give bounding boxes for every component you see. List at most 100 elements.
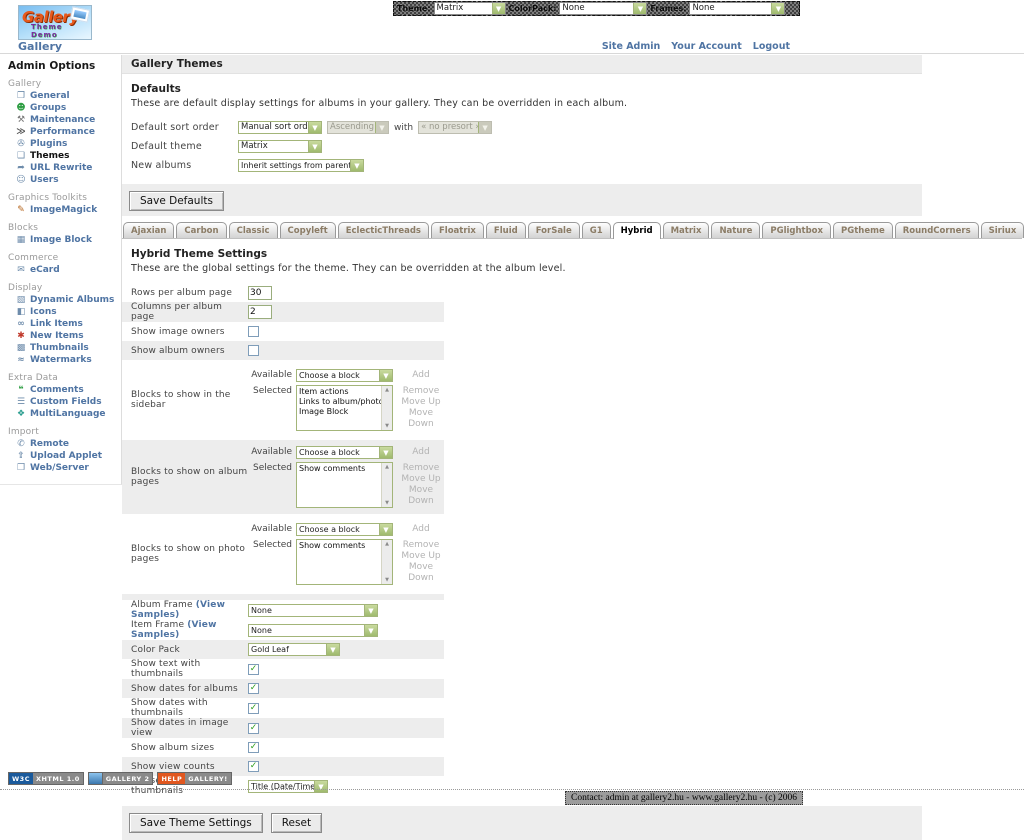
selected-blocks-listbox[interactable]: Show comments▲▼ — [296, 539, 393, 585]
sidebar-item-ecard[interactable]: ✉eCard — [8, 264, 121, 276]
presort-select[interactable]: « no presort » ▼ — [418, 121, 492, 134]
tab-copyleft[interactable]: Copyleft — [280, 222, 336, 238]
scroll-down-icon[interactable]: ▼ — [385, 577, 389, 583]
remove-link[interactable]: Remove — [397, 540, 445, 551]
row-show-text-with-thumbnails-checkbox[interactable]: ✓ — [248, 664, 259, 675]
sidebar-item-watermarks[interactable]: ≈Watermarks — [8, 354, 121, 366]
save-theme-settings-button[interactable]: Save Theme Settings — [129, 813, 263, 833]
sidebar-item-users[interactable]: ☺Users — [8, 174, 121, 186]
colorpack-select[interactable]: None ▼ — [559, 2, 647, 15]
remove-link[interactable]: Remove — [397, 463, 445, 474]
row-item-frame-select[interactable]: None▼ — [248, 624, 378, 637]
sidebar-item-custom-fields[interactable]: ☰Custom Fields — [8, 396, 121, 408]
listbox-item[interactable]: Show comments — [299, 541, 381, 551]
tab-floatrix[interactable]: Floatrix — [431, 222, 484, 238]
remove-link[interactable]: Remove — [397, 386, 445, 397]
selected-blocks-listbox[interactable]: Item actionsLinks to album/photo peersIm… — [296, 385, 393, 431]
reset-button[interactable]: Reset — [271, 813, 322, 833]
row-album-frame-select[interactable]: None▼ — [248, 604, 378, 617]
tab-forsale[interactable]: ForSale — [528, 222, 580, 238]
frames-select[interactable]: None ▼ — [689, 2, 785, 15]
move-up-link[interactable]: Move Up — [397, 474, 445, 485]
save-defaults-button[interactable]: Save Defaults — [129, 191, 224, 211]
new-albums-select[interactable]: Inherit settings from parent album ▼ — [238, 159, 364, 172]
listbox-item[interactable]: Image Block — [299, 407, 381, 417]
sidebar-item-themes[interactable]: ❑Themes — [8, 150, 121, 162]
listbox-scrollbar[interactable]: ▲▼ — [381, 463, 392, 507]
tab-eclecticthreads[interactable]: EclecticThreads — [338, 222, 429, 238]
tab-fluid[interactable]: Fluid — [486, 222, 526, 238]
sidebar-item-new-items[interactable]: ✱New Items — [8, 330, 121, 342]
listbox-scrollbar[interactable]: ▲▼ — [381, 386, 392, 430]
sidebar-item-dynamic-albums[interactable]: ▧Dynamic Albums — [8, 294, 121, 306]
sidebar-item-plugins[interactable]: ✇Plugins — [8, 138, 121, 150]
default-theme-select[interactable]: Matrix ▼ — [238, 140, 322, 153]
tab-g1[interactable]: G1 — [582, 222, 611, 238]
sort-direction-select[interactable]: Ascending ▼ — [327, 121, 389, 134]
row-color-pack-select[interactable]: Gold Leaf▼ — [248, 643, 340, 656]
row-show-dates-in-image-view-checkbox[interactable]: ✓ — [248, 723, 259, 734]
sidebar-item-groups[interactable]: ☻Groups — [8, 102, 121, 114]
theme-select[interactable]: Matrix ▼ — [434, 2, 506, 15]
tab-pgtheme[interactable]: PGtheme — [833, 222, 893, 238]
row-rows-per-album-page-input[interactable] — [248, 286, 272, 300]
move-down-link[interactable]: Move Down — [397, 485, 445, 507]
move-up-link[interactable]: Move Up — [397, 397, 445, 408]
row-show-dates-with-thumbnails-checkbox[interactable]: ✓ — [248, 703, 259, 714]
view-samples-link[interactable]: (View Samples) — [131, 600, 225, 620]
row-show-album-sizes-checkbox[interactable]: ✓ — [248, 742, 259, 753]
sidebar-item-general[interactable]: ❐General — [8, 90, 121, 102]
sidebar-item-image-block[interactable]: ▦Image Block — [8, 234, 121, 246]
logout-link[interactable]: Logout — [753, 41, 790, 52]
tab-carbon[interactable]: Carbon — [176, 222, 226, 238]
default-sort-order-select[interactable]: Manual sort order ▼ — [238, 121, 322, 134]
scroll-down-icon[interactable]: ▼ — [385, 423, 389, 429]
row-show-album-owners-checkbox[interactable] — [248, 345, 259, 356]
scroll-down-icon[interactable]: ▼ — [385, 500, 389, 506]
sidebar-item-upload-applet[interactable]: ⇪Upload Applet — [8, 450, 121, 462]
add-link[interactable]: Add — [397, 523, 445, 536]
row-columns-per-album-page-input[interactable] — [248, 305, 272, 319]
sidebar-item-icons[interactable]: ◧Icons — [8, 306, 121, 318]
gallery-logo[interactable]: Gallery Theme Demo — [18, 5, 92, 40]
move-down-link[interactable]: Move Down — [397, 408, 445, 430]
row-show-image-owners-checkbox[interactable] — [248, 326, 259, 337]
tab-roundcorners[interactable]: RoundCorners — [895, 222, 979, 238]
tab-siriux[interactable]: Siriux — [981, 222, 1024, 238]
view-samples-link[interactable]: (View Samples) — [131, 620, 217, 640]
listbox-item[interactable]: Show comments — [299, 464, 381, 474]
row-blocks-to-show-on-photo-pages-available-select[interactable]: Choose a block▼ — [296, 523, 393, 536]
scroll-up-icon[interactable]: ▲ — [385, 541, 389, 547]
sidebar-item-multilanguage[interactable]: ❖MultiLanguage — [8, 408, 121, 420]
tab-hybrid[interactable]: Hybrid — [613, 222, 661, 239]
tab-nature[interactable]: Nature — [711, 222, 760, 238]
sidebar-item-comments[interactable]: ❝Comments — [8, 384, 121, 396]
listbox-scrollbar[interactable]: ▲▼ — [381, 540, 392, 584]
sidebar-item-imagemagick[interactable]: ✎ImageMagick — [8, 204, 121, 216]
sidebar-item-maintenance[interactable]: ⚒Maintenance — [8, 114, 121, 126]
help-gallery-badge[interactable]: HELPGALLERY! — [157, 772, 231, 785]
add-link[interactable]: Add — [397, 369, 445, 382]
add-link[interactable]: Add — [397, 446, 445, 459]
site-admin-link[interactable]: Site Admin — [602, 41, 660, 52]
listbox-item[interactable]: Links to album/photo peers — [299, 397, 381, 407]
selected-blocks-listbox[interactable]: Show comments▲▼ — [296, 462, 393, 508]
scroll-up-icon[interactable]: ▲ — [385, 464, 389, 470]
move-up-link[interactable]: Move Up — [397, 551, 445, 562]
tab-pglightbox[interactable]: PGlightbox — [762, 222, 831, 238]
sidebar-item-remote[interactable]: ✆Remote — [8, 438, 121, 450]
tab-ajaxian[interactable]: Ajaxian — [123, 222, 174, 238]
sidebar-item-thumbnails[interactable]: ▩Thumbnails — [8, 342, 121, 354]
sidebar-item-link-items[interactable]: ∞Link Items — [8, 318, 121, 330]
w3c-xhtml-badge[interactable]: W3CXHTML 1.0 — [8, 772, 84, 785]
row-blocks-to-show-in-the-sidebar-available-select[interactable]: Choose a block▼ — [296, 369, 393, 382]
row-show-dates-for-albums-checkbox[interactable]: ✓ — [248, 683, 259, 694]
tab-classic[interactable]: Classic — [229, 222, 278, 238]
sidebar-item-web-server[interactable]: ❒Web/Server — [8, 462, 121, 474]
scroll-up-icon[interactable]: ▲ — [385, 387, 389, 393]
your-account-link[interactable]: Your Account — [671, 41, 742, 52]
sidebar-item-url-rewrite[interactable]: ➦URL Rewrite — [8, 162, 121, 174]
sidebar-item-performance[interactable]: ≫Performance — [8, 126, 121, 138]
row-blocks-to-show-on-album-pages-available-select[interactable]: Choose a block▼ — [296, 446, 393, 459]
breadcrumb[interactable]: Gallery — [18, 40, 62, 53]
